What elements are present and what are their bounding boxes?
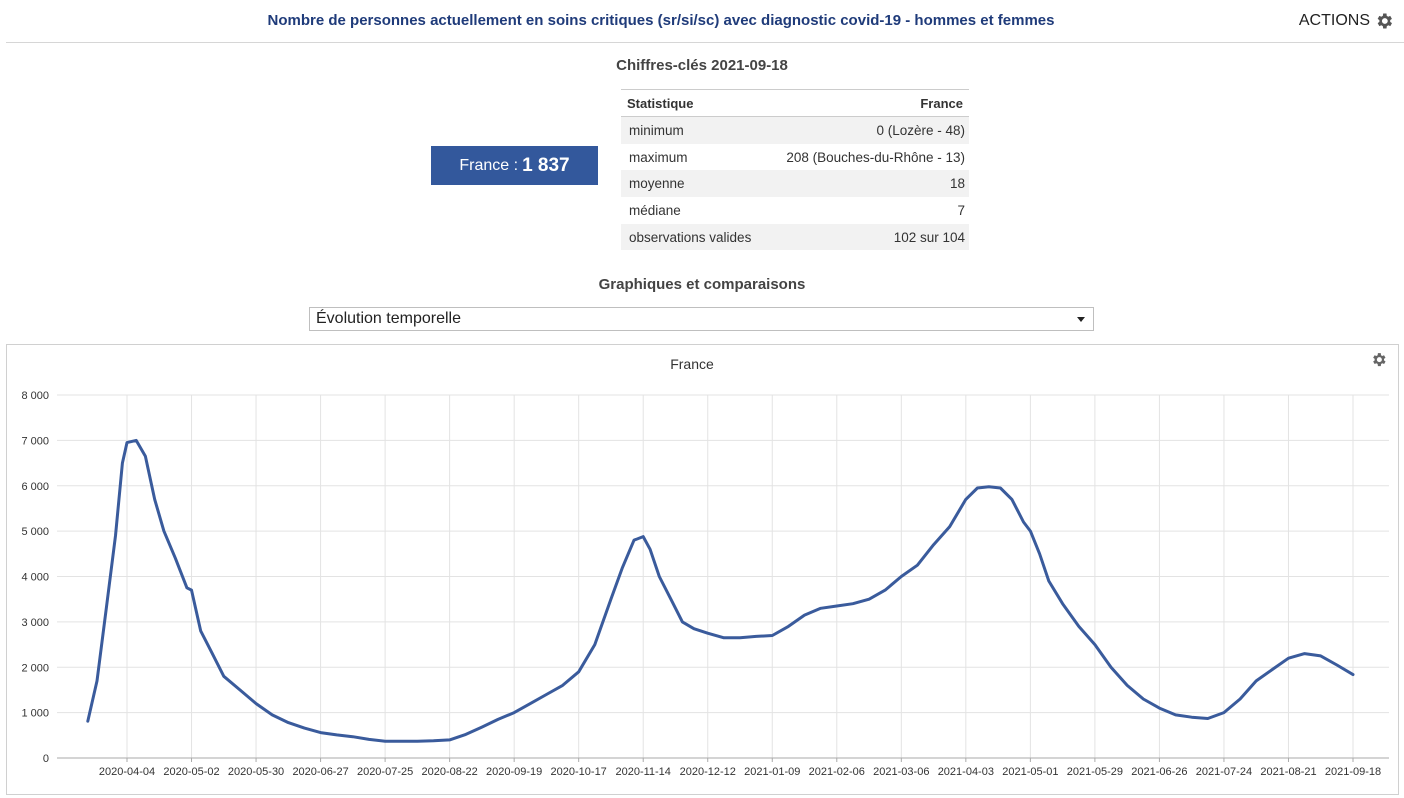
x-tick-label: 2021-04-03	[938, 766, 994, 778]
chart-panel: 0 1 000 2 000 3 000 4 000 5 000 6 000 7 000 8 00…	[6, 344, 1399, 795]
stat-value: 102 sur 104	[764, 223, 969, 251]
kpi-box: France : 1 837	[431, 146, 598, 185]
stats-header-region: France	[764, 89, 969, 117]
x-tick-label: 2021-06-26	[1131, 766, 1187, 778]
table-row: médiane 7	[621, 197, 969, 224]
x-tick-label: 2020-10-17	[551, 766, 607, 778]
header-bar: Nombre de personnes actuellement en soin…	[6, 0, 1404, 43]
y-tick-label: 8 000	[21, 390, 49, 402]
y-tick-label: 1 000	[21, 708, 49, 720]
x-tick-label: 2020-12-12	[680, 766, 736, 778]
y-tick-label: 5 000	[21, 526, 49, 538]
x-tick-label: 2021-03-06	[873, 766, 929, 778]
stats-header-stat: Statistique	[621, 89, 765, 117]
y-tick-label: 2 000	[21, 662, 49, 674]
table-row: observations valides 102 sur 104	[621, 223, 969, 251]
stat-label: observations valides	[621, 223, 765, 251]
stat-label: moyenne	[621, 170, 765, 198]
stats-table: Statistique France minimum 0 (Lozère - 4…	[621, 89, 969, 251]
x-tick-label: 2021-05-29	[1067, 766, 1123, 778]
stat-label: médiane	[629, 202, 681, 218]
stat-label: maximum	[629, 149, 688, 165]
actions-label: ACTIONS	[1298, 12, 1370, 29]
x-tick-label: 2021-09-18	[1325, 766, 1381, 778]
x-tick-label: 2020-11-14	[615, 766, 670, 778]
x-tick-label: 2021-01-09	[744, 766, 800, 778]
kpi-value: 1 837	[522, 154, 570, 176]
x-tick-label: 2020-06-27	[292, 766, 348, 778]
page-title: Nombre de personnes actuellement en soin…	[267, 12, 1055, 29]
y-tick-label: 0	[43, 753, 49, 765]
chart-type-select-value: Évolution temporelle	[316, 310, 461, 327]
y-tick-label: 4 000	[21, 572, 49, 584]
x-tick-label: 2021-05-01	[1002, 766, 1058, 778]
x-tick-label: 2021-08-21	[1260, 766, 1316, 778]
x-tick-label: 2020-09-19	[486, 766, 542, 778]
key-figures-title: Chiffres-clés 2021-09-18	[616, 57, 788, 74]
stat-value: 7	[957, 202, 965, 218]
stat-value: 18	[764, 170, 969, 198]
stat-value: 0 (Lozère - 48)	[764, 116, 969, 144]
gear-icon	[1377, 13, 1392, 29]
line-chart: 0 1 000 2 000 3 000 4 000 5 000 6 000 7 000 8 00…	[21, 353, 1389, 778]
y-tick-label: 6 000	[21, 481, 49, 493]
table-row: moyenne 18	[621, 170, 969, 198]
table-row: minimum 0 (Lozère - 48)	[621, 116, 969, 144]
chart-type-select[interactable]: Évolution temporelle	[309, 307, 1094, 331]
x-tick-label: 2020-05-02	[163, 766, 219, 778]
chevron-down-icon	[1077, 317, 1085, 322]
stat-label: minimum	[621, 116, 765, 144]
x-tick-label: 2021-07-24	[1196, 766, 1252, 778]
x-tick-label: 2020-08-22	[421, 766, 477, 778]
kpi-label: France :	[459, 156, 519, 174]
x-tick-label: 2021-02-06	[809, 766, 865, 778]
chart-gear-icon[interactable]	[1373, 353, 1386, 367]
x-tick-label: 2020-07-25	[357, 766, 413, 778]
chart-title: France	[670, 356, 714, 372]
actions-button[interactable]: ACTIONS	[1299, 11, 1394, 31]
x-tick-label: 2020-05-30	[228, 766, 284, 778]
stat-value: 208 (Bouches-du-Rhône - 13)	[786, 149, 965, 165]
table-row: maximum 208 (Bouches-du-Rhône - 13)	[621, 144, 969, 171]
x-tick-label: 2020-04-04	[99, 766, 155, 778]
comparisons-title: Graphiques et comparaisons	[598, 276, 806, 293]
y-tick-label: 7 000	[21, 435, 49, 447]
y-tick-label: 3 000	[21, 617, 49, 629]
